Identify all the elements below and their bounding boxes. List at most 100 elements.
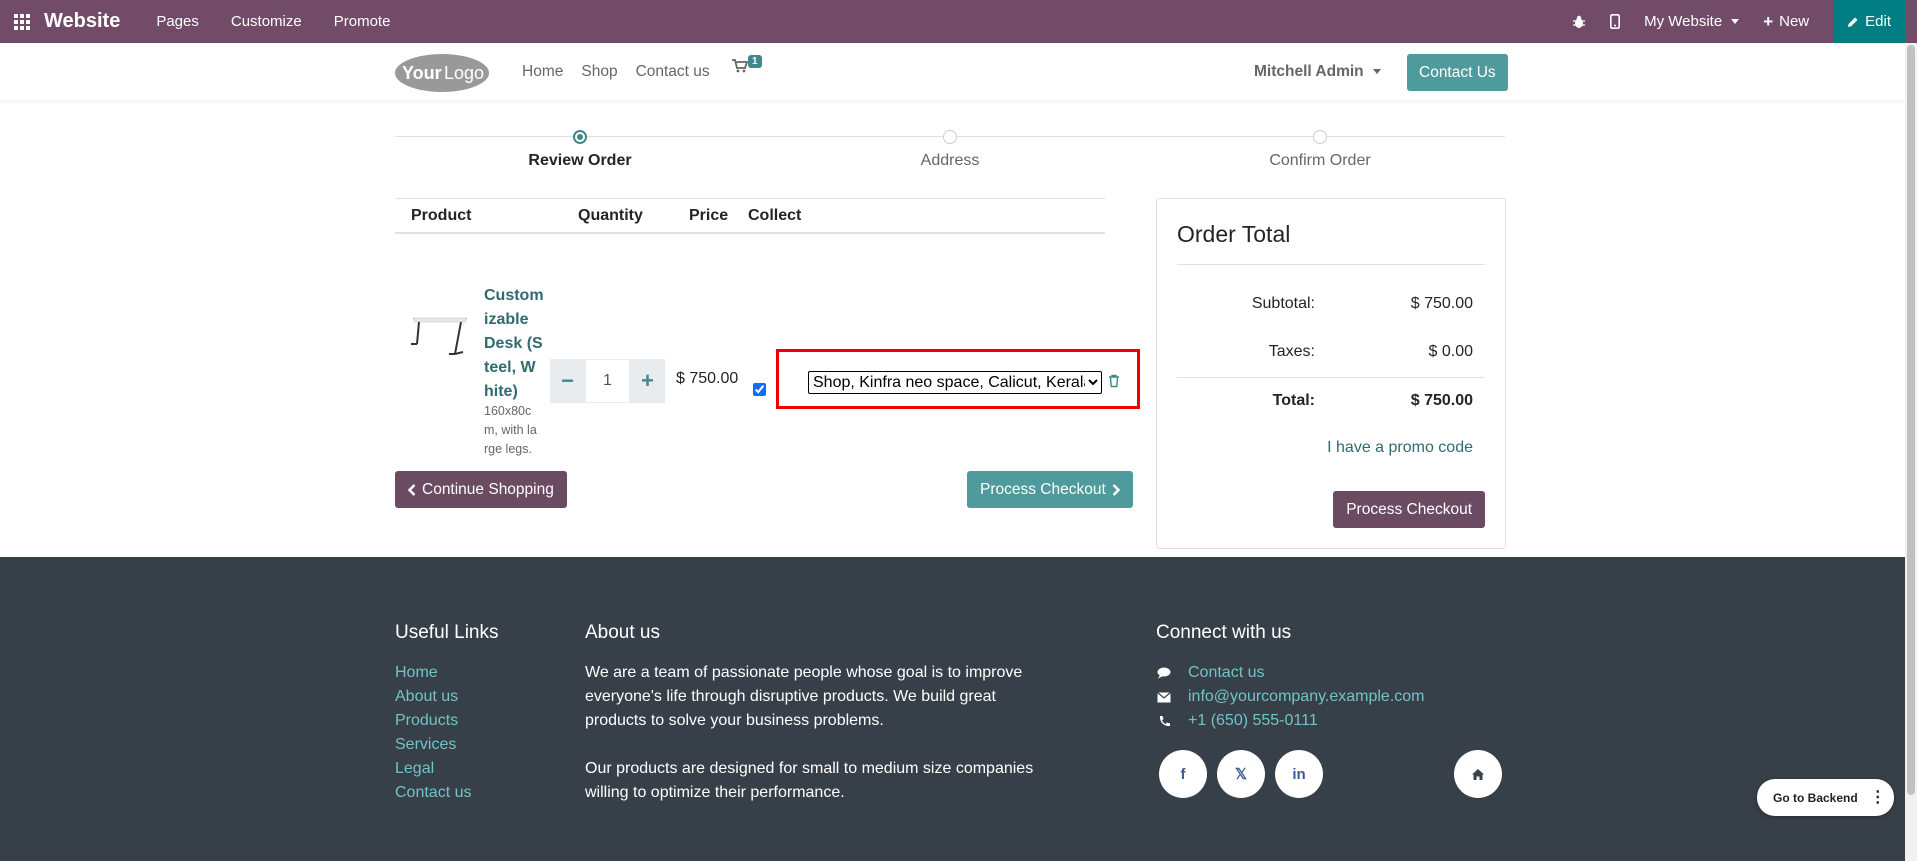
divider	[1177, 377, 1485, 378]
caret-down-icon	[1731, 19, 1740, 24]
phone-icon	[1156, 715, 1172, 728]
chevron-left-icon	[408, 483, 416, 496]
social-links: f 𝕏 in	[1159, 750, 1323, 798]
step-dot	[943, 130, 957, 144]
header-quantity: Quantity	[578, 207, 643, 224]
process-checkout-button[interactable]: Process Checkout	[967, 471, 1133, 508]
about-us-text: We are a team of passionate people whose…	[585, 661, 1035, 829]
nav-home[interactable]: Home	[522, 63, 563, 81]
new-content-button[interactable]: + New	[1763, 12, 1809, 32]
step-label: Review Order	[528, 152, 632, 169]
cart-count-badge: 1	[748, 55, 762, 68]
total-row: Total: $ 750.00	[1177, 392, 1473, 416]
product-image[interactable]	[409, 314, 471, 360]
footer-link-home[interactable]: Home	[395, 661, 471, 685]
app-brand[interactable]: Website	[44, 10, 120, 33]
envelope-icon	[1156, 691, 1172, 703]
footer-link-about-us[interactable]: About us	[395, 685, 471, 709]
footer-link-services[interactable]: Services	[395, 733, 471, 757]
nav-contact-us[interactable]: Contact us	[636, 63, 710, 81]
chevron-right-icon	[1112, 483, 1120, 496]
cart-link[interactable]: 1	[732, 55, 762, 78]
step-review-order: Review Order	[480, 127, 680, 170]
shopping-cart-icon	[732, 59, 749, 73]
continue-shopping-button[interactable]: Continue Shopping	[395, 471, 567, 508]
page-scrollbar[interactable]	[1905, 43, 1917, 861]
about-us-title: About us	[585, 622, 660, 643]
about-paragraph-2: Our products are designed for small to m…	[585, 760, 1034, 801]
more-options-icon[interactable]: ⋮	[1870, 789, 1886, 806]
admin-navbar: Website Pages Customize Promote My Websi…	[0, 0, 1917, 43]
company-logo[interactable]: Your Logo	[394, 53, 490, 93]
svg-text:Your: Your	[402, 63, 442, 83]
website-selector[interactable]: My Website	[1644, 13, 1740, 30]
highlighted-collect-location: Shop, Kinfra neo space, Calicut, Kerala	[776, 349, 1140, 409]
order-total-title: Order Total	[1177, 221, 1291, 247]
line-price: $ 750.00	[676, 370, 739, 387]
footer-link-legal[interactable]: Legal	[395, 757, 471, 781]
useful-links-title: Useful Links	[395, 622, 499, 643]
footer-link-contact-us[interactable]: Contact us	[395, 781, 471, 805]
step-label: Confirm Order	[1269, 152, 1371, 169]
header-collect: Collect	[748, 207, 802, 224]
quantity-input[interactable]	[585, 359, 630, 403]
increase-quantity-button[interactable]: +	[630, 359, 665, 403]
total-label: Total:	[1272, 392, 1315, 409]
step-dot	[573, 130, 587, 144]
menu-pages[interactable]: Pages	[156, 13, 199, 30]
cart-table: Product Quantity Price Collect Customiza…	[395, 198, 1140, 459]
about-paragraph-1: We are a team of passionate people whose…	[585, 664, 1023, 729]
go-to-backend-button[interactable]: Go to Backend ⋮	[1757, 779, 1894, 816]
checkout-progress: Review Order Address Confirm Order	[395, 127, 1505, 177]
subtotal-label: Subtotal:	[1251, 295, 1315, 312]
apps-grid-icon[interactable]	[0, 0, 44, 43]
scrollbar-thumb[interactable]	[1907, 45, 1915, 795]
menu-customize[interactable]: Customize	[231, 13, 302, 30]
caret-down-icon	[1372, 69, 1381, 74]
contact-us-row[interactable]: Contact us	[1156, 661, 1425, 685]
mobile-preview-icon[interactable]	[1610, 14, 1621, 29]
decrease-quantity-button[interactable]: −	[550, 359, 585, 403]
x-twitter-icon[interactable]: 𝕏	[1217, 750, 1265, 798]
promo-code-link[interactable]: I have a promo code	[1327, 439, 1473, 457]
footer-link-products[interactable]: Products	[395, 709, 471, 733]
total-value: $ 750.00	[1410, 392, 1473, 409]
step-confirm-order: Confirm Order	[1220, 127, 1420, 170]
menu-promote[interactable]: Promote	[334, 13, 391, 30]
contact-us-button[interactable]: Contact Us	[1407, 54, 1508, 91]
svg-text:Logo: Logo	[444, 63, 484, 83]
edit-button[interactable]: Edit	[1833, 0, 1905, 43]
linkedin-icon[interactable]: in	[1275, 750, 1323, 798]
header-price: Price	[689, 207, 729, 224]
step-dot	[1313, 130, 1327, 144]
facebook-icon[interactable]: f	[1159, 750, 1207, 798]
divider	[1177, 264, 1485, 265]
useful-links-list: Home About us Products Services Legal Co…	[395, 661, 471, 805]
step-address: Address	[850, 127, 1050, 170]
taxes-row: Taxes: $ 0.00	[1177, 343, 1473, 367]
nav-shop[interactable]: Shop	[581, 63, 617, 81]
taxes-label: Taxes:	[1268, 343, 1315, 360]
home-icon[interactable]	[1454, 750, 1502, 798]
pencil-icon	[1848, 17, 1858, 27]
product-description: 160x80cm, with large legs.	[484, 404, 537, 456]
trash-icon[interactable]	[1108, 374, 1120, 388]
collect-checkbox[interactable]	[753, 383, 766, 396]
subtotal-value: $ 750.00	[1410, 295, 1473, 312]
site-header: Your Logo Home Shop Contact us 1 Mitchell…	[0, 43, 1917, 100]
connect-list: Contact us info@yourcompany.example.com …	[1156, 661, 1425, 733]
step-label: Address	[920, 152, 980, 169]
header-product: Product	[411, 207, 472, 224]
comment-icon	[1156, 667, 1172, 679]
debug-bug-icon[interactable]	[1572, 15, 1586, 29]
email-row[interactable]: info@yourcompany.example.com	[1156, 685, 1425, 709]
cart-line: Customizable Desk (Steel, White) 160x80c…	[395, 234, 1140, 459]
user-menu[interactable]: Mitchell Admin	[1254, 43, 1381, 100]
cart-table-header: Product Quantity Price Collect	[395, 198, 1105, 234]
connect-title: Connect with us	[1156, 622, 1292, 643]
collect-location-select[interactable]: Shop, Kinfra neo space, Calicut, Kerala	[808, 371, 1102, 394]
quantity-stepper: − +	[550, 359, 665, 403]
process-checkout-button-sidebar[interactable]: Process Checkout	[1333, 491, 1485, 528]
phone-row[interactable]: +1 (650) 555-0111	[1156, 709, 1425, 733]
product-name-link[interactable]: Customizable Desk (Steel, White)	[484, 284, 544, 404]
